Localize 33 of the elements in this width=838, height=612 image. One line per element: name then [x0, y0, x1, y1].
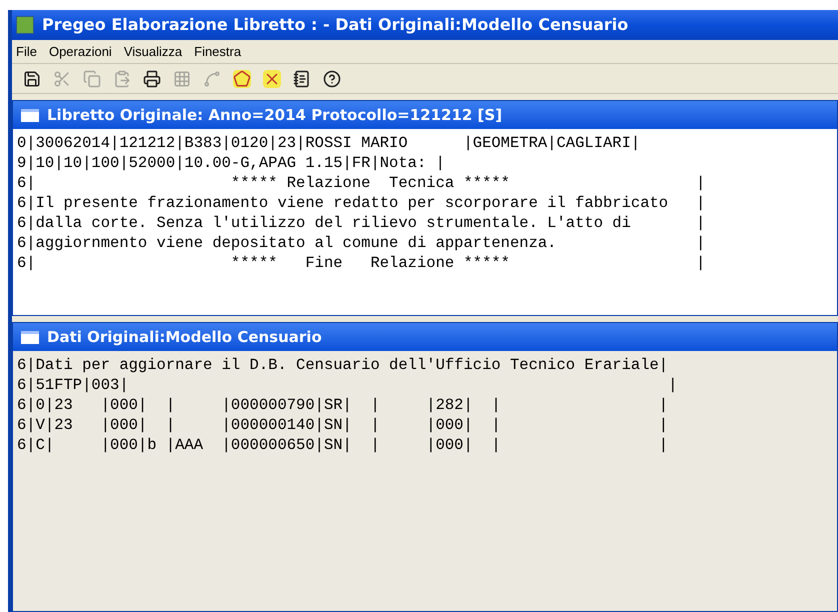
- text-line: 0|30062014|121212|B383|0120|23|ROSSI MARIO |GEOMETRA|CAGLIARI|: [17, 133, 642, 153]
- text-line: 6|0|23 |000| | |000000790|SR| | |282| | |: [17, 395, 670, 415]
- text-line: 6|dalla corte. Senza l'utilizzo del rilievo strumentale. L'atto di |: [17, 213, 706, 233]
- text-line: 6|51FTP|003| |: [17, 375, 678, 395]
- window-title: Pregeo Elaborazione Libretto : - Dati Originali:Modello Censuario: [42, 14, 628, 36]
- curve-icon: [203, 70, 221, 88]
- text-line: 6|C| |000|b |AAA |000000650|SN| | |000| | |: [17, 435, 670, 455]
- panel-title: Dati Originali:Modello Censuario: [47, 326, 322, 348]
- text-line: 6|V|23 |000| | |000000140|SN| | |000| | |: [17, 415, 670, 435]
- text-line: 6|aggiornmento viene depositato al comune di appartenenza. |: [17, 233, 706, 253]
- help-icon: [323, 70, 341, 88]
- text-line: 9|10|10|100|52000|10.00-G,APAG 1.15|FR|Nota: |: [17, 153, 446, 173]
- window-icon: [21, 108, 39, 122]
- paste-icon: [113, 70, 131, 88]
- menu-item[interactable]: Operazioni: [48, 42, 112, 62]
- panel-title: Libretto Originale: Anno=2014 Protocollo=121212 [S]: [47, 104, 502, 126]
- text-line: 6| ***** Fine Relazione ***** |: [17, 253, 706, 273]
- notebook-icon: [293, 70, 311, 88]
- menu-item[interactable]: Visualizza: [124, 42, 182, 62]
- menu-item[interactable]: File: [16, 42, 37, 62]
- window-icon: [21, 330, 39, 344]
- grid-icon: [173, 70, 191, 88]
- text-line: 6| ***** Relazione Tecnica ***** |: [17, 173, 706, 193]
- cross-icon: [263, 70, 281, 88]
- copy-icon: [83, 70, 101, 88]
- text-line: 6|Dati per aggiornare il D.B. Censuario dell'Ufficio Tecnico Erariale|: [17, 355, 670, 375]
- printer-icon: [143, 70, 161, 88]
- menu-item[interactable]: Finestra: [194, 42, 242, 62]
- text-line: 6|Il presente frazionamento viene redatto per scorporare il fabbricato |: [17, 193, 706, 213]
- scissors-icon: [53, 70, 71, 88]
- polygon-icon: [233, 70, 251, 88]
- app-icon: [16, 16, 34, 34]
- save-icon: [23, 70, 41, 88]
